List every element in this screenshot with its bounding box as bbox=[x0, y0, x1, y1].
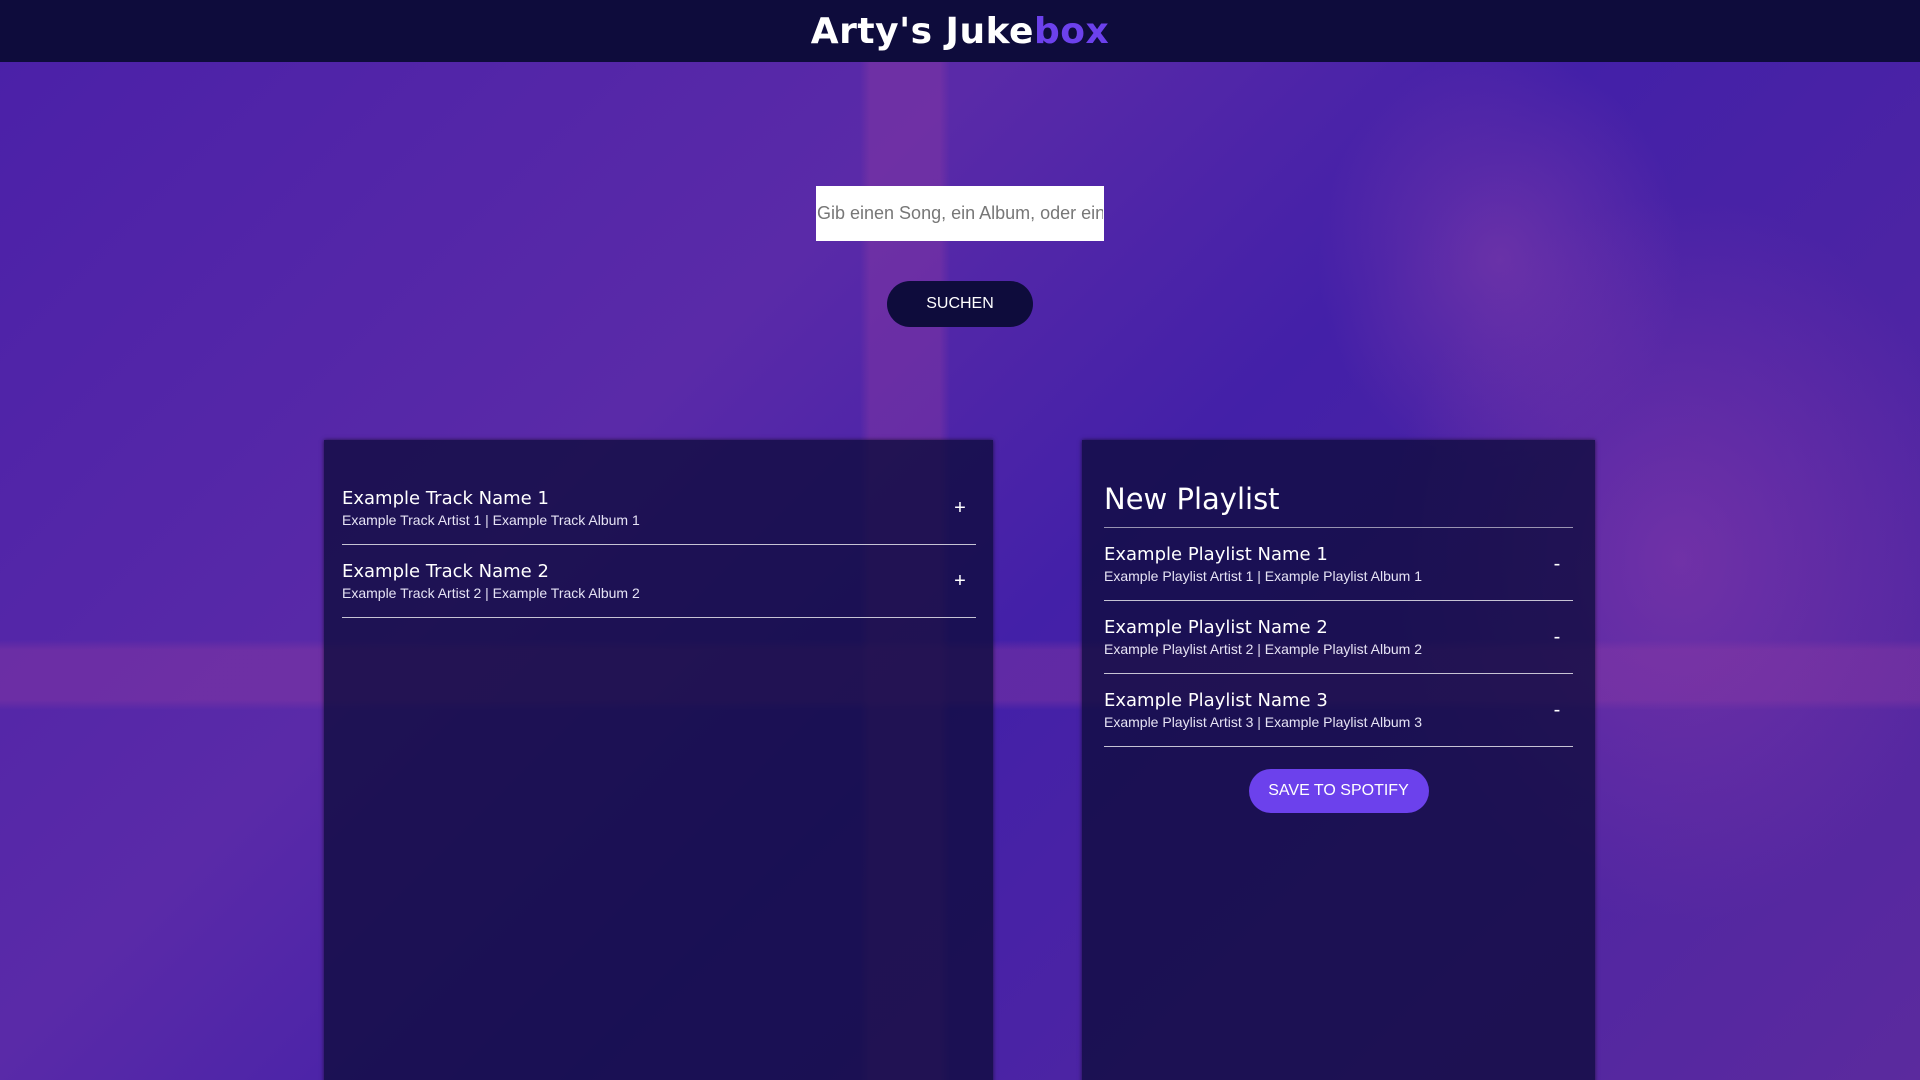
track-name: Example Playlist Name 2 bbox=[1104, 617, 1328, 638]
track-info: Example Track Name 1 Example Track Artis… bbox=[342, 488, 640, 528]
search-results-panel: Example Track Name 1 Example Track Artis… bbox=[324, 440, 993, 1080]
playlist-track: Example Playlist Name 2 Example Playlist… bbox=[1104, 601, 1573, 674]
track-info: Example Track Name 2 Example Track Artis… bbox=[342, 561, 640, 601]
remove-track-button[interactable]: - bbox=[1543, 553, 1571, 576]
logo-main-text: Arty's Juke bbox=[810, 10, 1034, 52]
save-button-wrapper: SAVE TO SPOTIFY bbox=[1104, 769, 1573, 813]
track-meta: Example Playlist Artist 1 | Example Play… bbox=[1104, 568, 1422, 584]
result-track: Example Track Name 2 Example Track Artis… bbox=[342, 545, 976, 618]
playlist-panel: New Playlist Example Playlist Name 1 Exa… bbox=[1082, 440, 1595, 1080]
track-info: Example Playlist Name 3 Example Playlist… bbox=[1104, 690, 1422, 730]
track-meta: Example Playlist Artist 3 | Example Play… bbox=[1104, 714, 1422, 730]
logo-accent-text: box bbox=[1033, 10, 1110, 52]
playlist-name-title[interactable]: New Playlist bbox=[1104, 482, 1573, 528]
remove-track-button[interactable]: - bbox=[1543, 699, 1571, 722]
track-name: Example Playlist Name 3 bbox=[1104, 690, 1328, 711]
save-to-spotify-button[interactable]: SAVE TO SPOTIFY bbox=[1248, 769, 1429, 813]
track-name: Example Track Name 1 bbox=[342, 488, 549, 509]
track-meta: Example Playlist Artist 2 | Example Play… bbox=[1104, 641, 1422, 657]
search-button[interactable]: SUCHEN bbox=[887, 281, 1033, 327]
app-logo: Arty's Jukebox bbox=[811, 11, 1109, 52]
track-name: Example Playlist Name 1 bbox=[1104, 544, 1328, 565]
track-info: Example Playlist Name 1 Example Playlist… bbox=[1104, 544, 1422, 584]
track-meta: Example Track Artist 1 | Example Track A… bbox=[342, 512, 640, 528]
track-meta: Example Track Artist 2 | Example Track A… bbox=[342, 585, 640, 601]
search-bar: SUCHEN bbox=[0, 186, 1920, 327]
playlist-track: Example Playlist Name 3 Example Playlist… bbox=[1104, 674, 1573, 747]
search-input[interactable] bbox=[816, 186, 1104, 241]
track-info: Example Playlist Name 2 Example Playlist… bbox=[1104, 617, 1422, 657]
add-track-button[interactable]: + bbox=[946, 570, 974, 593]
app-header: Arty's Jukebox bbox=[0, 0, 1920, 62]
playlist-track: Example Playlist Name 1 Example Playlist… bbox=[1104, 528, 1573, 601]
result-track: Example Track Name 1 Example Track Artis… bbox=[342, 472, 976, 545]
add-track-button[interactable]: + bbox=[946, 497, 974, 520]
track-name: Example Track Name 2 bbox=[342, 561, 549, 582]
remove-track-button[interactable]: - bbox=[1543, 626, 1571, 649]
